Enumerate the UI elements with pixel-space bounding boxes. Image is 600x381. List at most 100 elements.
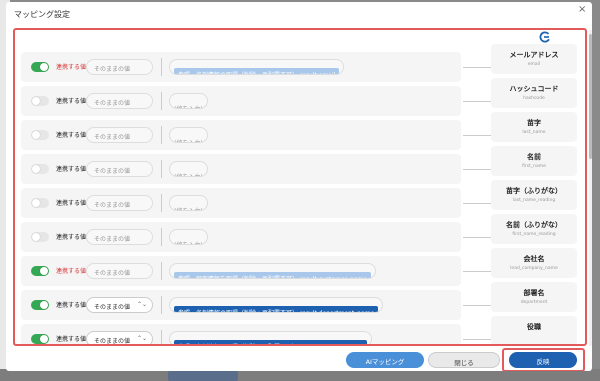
target-field-name: 名前 bbox=[527, 153, 541, 161]
value-placeholder: (値を入力) bbox=[174, 102, 203, 108]
scrollbar-thumb[interactable] bbox=[589, 34, 592, 159]
mapping-row: 連携する値 そのままの値 ⌃⌄ 参照 名刺情報の取得（削除・再配置不可）.res… bbox=[21, 290, 461, 320]
value-type-select[interactable]: そのままの値 bbox=[86, 263, 153, 279]
target-field: ハッシュコード hashcode bbox=[491, 78, 577, 108]
row-divider bbox=[161, 228, 162, 246]
value-input[interactable]: (値を入力) bbox=[169, 195, 208, 211]
toggle-knob bbox=[32, 131, 40, 139]
enable-toggle[interactable] bbox=[31, 62, 49, 72]
value-placeholder: (値を入力) bbox=[174, 238, 203, 244]
target-field-key: email bbox=[527, 62, 541, 67]
value-type-label: そのままの値 bbox=[94, 100, 131, 107]
row-divider bbox=[161, 58, 162, 76]
reference-chip: 参照 名刺情報の取得（削除・再配置不可）.result.position_nam… bbox=[174, 340, 367, 344]
arrow-connector bbox=[463, 65, 495, 69]
arrow-connector bbox=[463, 337, 495, 341]
value-type-label: そのままの値 bbox=[94, 202, 131, 209]
value-type-select[interactable]: そのままの値 ⌃⌄ bbox=[86, 297, 153, 313]
target-field-key: first_name_reading bbox=[512, 232, 556, 237]
mapping-row: 連携する値 そのままの値 参照 顧客情報を取得（削除・再配置不可）.result… bbox=[21, 256, 461, 286]
target-field-name: 名前（ふりがな） bbox=[506, 221, 562, 229]
value-input[interactable]: (値を入力) bbox=[169, 127, 208, 143]
value-type-select[interactable]: そのままの値 bbox=[86, 93, 153, 109]
value-type-label: そのままの値 bbox=[94, 338, 131, 345]
chevron-updown-icon: ⌃⌄ bbox=[136, 301, 147, 308]
toggle-knob bbox=[32, 97, 40, 105]
toggle-knob bbox=[40, 267, 48, 275]
row-divider bbox=[161, 126, 162, 144]
enable-toggle[interactable] bbox=[31, 300, 49, 310]
close-icon[interactable]: × bbox=[578, 4, 586, 15]
chevron-updown-icon: ⌃⌄ bbox=[136, 335, 147, 342]
target-field: 苗字 last_name bbox=[491, 112, 577, 142]
arrow-connector bbox=[463, 235, 495, 239]
target-field: 役職 bbox=[491, 316, 577, 344]
row-label: 連携する値 bbox=[56, 302, 87, 309]
value-input[interactable]: 参照 顧客情報を取得（削除・再配置不可）.result.customer_nam… bbox=[169, 263, 377, 279]
value-placeholder: (値を入力) bbox=[174, 204, 203, 210]
row-label: 連携する値 bbox=[56, 200, 87, 207]
value-input[interactable]: 参照 名刺情報の取得（削除・再配置不可）.result.email bbox=[169, 59, 345, 75]
value-placeholder: (値を入力) bbox=[174, 136, 203, 142]
mapping-row: 連携する値 そのままの値 (値を入力) bbox=[21, 222, 461, 252]
row-divider bbox=[161, 262, 162, 280]
enable-toggle[interactable] bbox=[31, 334, 49, 344]
value-input[interactable]: (値を入力) bbox=[169, 93, 208, 109]
target-field-name: 会社名 bbox=[523, 255, 545, 263]
value-type-select[interactable]: そのままの値 bbox=[86, 161, 153, 177]
reference-chip: 参照 名刺情報の取得（削除・再配置不可）.result.email bbox=[174, 68, 340, 74]
enable-toggle[interactable] bbox=[31, 130, 49, 140]
close-button[interactable]: 閉じる bbox=[428, 352, 500, 368]
toggle-knob bbox=[32, 165, 40, 173]
mapping-list: 連携する値 そのままの値 参照 名刺情報の取得（削除・再配置不可）.result… bbox=[13, 28, 587, 346]
value-type-label: そのままの値 bbox=[94, 270, 131, 277]
target-field-key: first_name bbox=[522, 164, 546, 169]
apply-button[interactable]: 反映 bbox=[509, 352, 577, 368]
row-label: 連携する値 bbox=[56, 132, 87, 139]
value-type-select[interactable]: そのままの値 ⌃⌄ bbox=[86, 331, 153, 345]
value-type-select[interactable]: そのままの値 bbox=[86, 195, 153, 211]
value-input[interactable]: 参照 名刺情報の取得（削除・再配置不可）.result.position_nam… bbox=[169, 331, 372, 344]
target-field-name: メールアドレス bbox=[509, 51, 559, 59]
enable-toggle[interactable] bbox=[31, 164, 49, 174]
value-type-label: そのままの値 bbox=[94, 236, 131, 243]
modal-title: マッピング設定 bbox=[14, 10, 70, 19]
target-field-key: hashcode bbox=[523, 96, 545, 101]
brand-logo-icon bbox=[539, 31, 551, 43]
row-label: 連携する値 bbox=[56, 98, 87, 105]
value-type-select[interactable]: そのままの値 bbox=[86, 59, 153, 75]
target-field: 部署名 department bbox=[491, 282, 577, 312]
ai-mapping-button[interactable]: AIマッピング bbox=[346, 352, 424, 368]
arrow-connector bbox=[463, 133, 495, 137]
background-button bbox=[168, 371, 238, 381]
row-divider bbox=[161, 194, 162, 212]
toggle-knob bbox=[40, 335, 48, 343]
value-type-select[interactable]: そのままの値 bbox=[86, 229, 153, 245]
row-divider bbox=[161, 330, 162, 344]
arrow-connector bbox=[463, 99, 495, 103]
value-input[interactable]: (値を入力) bbox=[169, 229, 208, 245]
target-field-key: department bbox=[520, 300, 548, 305]
target-field: 会社名 lead_company_name bbox=[491, 248, 577, 278]
mapping-modal: マッピング設定 × 連携する値 そのままの値 参照 名刺情報の取得（削除・再配置… bbox=[6, 2, 592, 371]
value-input[interactable]: 参照 名刺情報の取得（削除・再配置不可）.result.department_n… bbox=[169, 297, 384, 313]
target-field-key: last_name_reading bbox=[512, 198, 556, 203]
toggle-knob bbox=[40, 63, 48, 71]
row-label: 連携する値 bbox=[56, 166, 87, 173]
target-field-key: last_name bbox=[522, 130, 546, 135]
enable-toggle[interactable] bbox=[31, 198, 49, 208]
enable-toggle[interactable] bbox=[31, 232, 49, 242]
reference-chip: 参照 顧客情報を取得（削除・再配置不可）.result.customer_nam… bbox=[174, 272, 372, 278]
target-field: 苗字（ふりがな） last_name_reading bbox=[491, 180, 577, 210]
enable-toggle[interactable] bbox=[31, 96, 49, 106]
mapping-row: 連携する値 そのままの値 (値を入力) bbox=[21, 86, 461, 116]
enable-toggle[interactable] bbox=[31, 266, 49, 276]
value-type-select[interactable]: そのままの値 bbox=[86, 127, 153, 143]
target-field: メールアドレス email bbox=[491, 44, 577, 74]
arrow-connector bbox=[463, 303, 495, 307]
mapping-row: 連携する値 そのままの値 (値を入力) bbox=[21, 188, 461, 218]
arrow-connector bbox=[463, 167, 495, 171]
target-field-name: 苗字（ふりがな） bbox=[506, 187, 562, 195]
value-type-label: そのままの値 bbox=[94, 134, 131, 141]
value-input[interactable]: (値を入力) bbox=[169, 161, 208, 177]
